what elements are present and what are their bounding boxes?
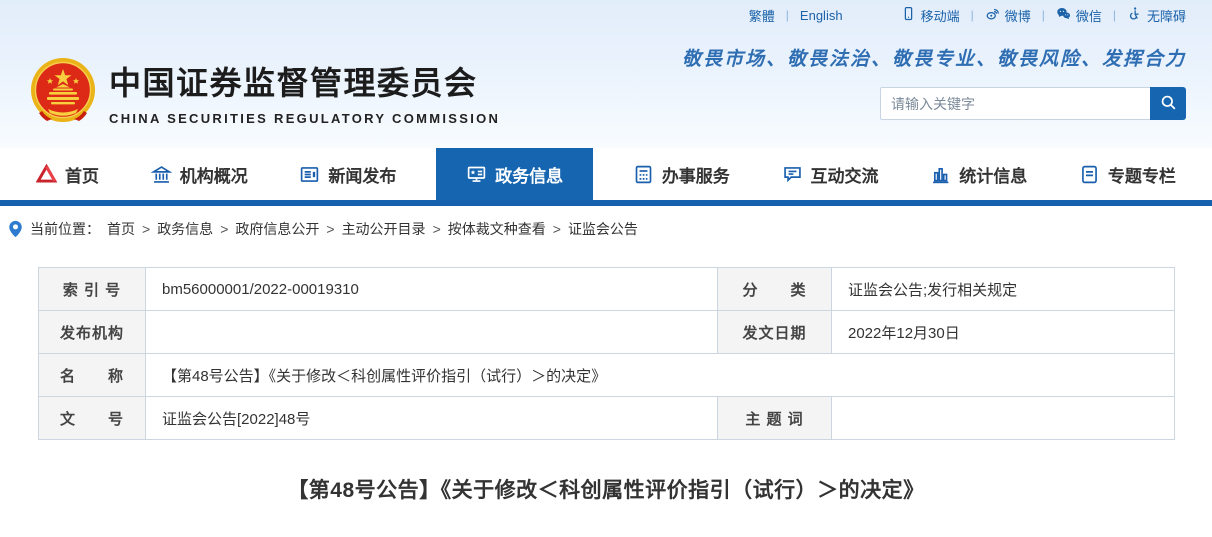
site-title-en: CHINA SECURITIES REGULATORY COMMISSION (109, 111, 501, 126)
nav-label: 政务信息 (495, 166, 564, 186)
page-header: 繁體 | English 移动端 | 微博 | 微信 | 无障碍 中国证券监督管… (0, 0, 1212, 148)
breadcrumb-separator: > (326, 221, 335, 237)
chat-icon (783, 166, 801, 182)
nav-item-gov-info[interactable]: 政务信息 (436, 148, 594, 200)
mobile-icon (901, 6, 916, 24)
breadcrumb-home[interactable]: 首页 (107, 219, 135, 239)
issuing-agency-label: 发布机构 (38, 310, 146, 354)
brand[interactable]: 中国证券监督管理委员会 CHINA SECURITIES REGULATORY … (30, 36, 500, 148)
lang-english-link[interactable]: English (800, 8, 843, 23)
nav-label: 机构概况 (179, 166, 248, 186)
main-nav: 首页 机构概况 新闻发布 政务信息 办事服务 互动交流 统计信息 专题专栏 (0, 148, 1212, 200)
national-emblem-logo (31, 58, 95, 122)
nav-label: 专题专栏 (1107, 166, 1176, 186)
index-number-label: 索 引 号 (38, 267, 146, 311)
weibo-icon (985, 6, 1000, 24)
issuing-agency-value (145, 310, 718, 354)
breadcrumb-separator: > (220, 221, 229, 237)
bank-icon (150, 165, 172, 183)
breadcrumb-announcements[interactable]: 证监会公告 (568, 219, 638, 239)
breadcrumb-separator: > (142, 221, 151, 237)
mobile-link-label: 移动端 (920, 8, 960, 24)
separator: | (1112, 8, 1116, 22)
document-number-label: 文 号 (38, 396, 146, 440)
nav-item-topics[interactable]: 专题专栏 (1067, 148, 1188, 200)
category-value: 证监会公告;发行相关规定 (831, 267, 1175, 311)
subject-words-value (831, 396, 1175, 440)
monitor-star-icon (467, 166, 486, 182)
mobile-link[interactable]: 移动端 (901, 6, 960, 25)
search-button[interactable] (1150, 87, 1186, 120)
wechat-icon (1056, 6, 1071, 24)
breadcrumb-prefix: 当前位置： (30, 221, 100, 237)
nav-label: 办事服务 (661, 166, 730, 186)
weibo-link-label: 微博 (1004, 8, 1031, 24)
document-info-table: 索 引 号 bm56000001/2022-00019310 分 类 证监会公告… (38, 267, 1175, 440)
table-row: 发布机构 发文日期 2022年12月30日 (38, 310, 1175, 354)
accessibility-link[interactable]: 无障碍 (1127, 6, 1186, 25)
issue-date-label: 发文日期 (717, 310, 832, 354)
nav-item-services[interactable]: 办事服务 (621, 148, 742, 200)
document-name-label: 名 称 (38, 353, 146, 397)
search-icon (1159, 93, 1178, 115)
news-icon (301, 166, 319, 182)
weibo-link[interactable]: 微博 (985, 6, 1031, 25)
nav-label: 统计信息 (959, 166, 1028, 186)
nav-item-statistics[interactable]: 统计信息 (918, 148, 1039, 200)
breadcrumb-doc-type[interactable]: 按体裁文种查看 (448, 219, 546, 239)
table-row: 文 号 证监会公告[2022]48号 主 题 词 (38, 396, 1175, 440)
nav-label: 互动交流 (810, 166, 879, 186)
nav-label: 首页 (65, 166, 99, 186)
category-label: 分 类 (717, 267, 832, 311)
brand-titles: 中国证券监督管理委员会 CHINA SECURITIES REGULATORY … (109, 58, 500, 126)
services-icon (635, 165, 652, 183)
site-slogan: 敬畏市场、敬畏法治、敬畏专业、敬畏风险、发挥合力 (681, 48, 1186, 70)
location-pin-icon (9, 220, 22, 238)
bar-chart-icon (933, 167, 949, 183)
csrc-logo-icon (36, 163, 57, 183)
breadcrumb: 当前位置： 首页 > 政务信息 > 政府信息公开 > 主动公开目录 > 按体裁文… (0, 206, 1212, 252)
index-number-value: bm56000001/2022-00019310 (145, 267, 718, 311)
breadcrumb-separator: > (432, 221, 441, 237)
site-title-cn: 中国证券监督管理委员会 (109, 65, 478, 101)
nav-item-interaction[interactable]: 互动交流 (770, 148, 891, 200)
document-number-value: 证监会公告[2022]48号 (145, 396, 718, 440)
issue-date-value: 2022年12月30日 (831, 310, 1175, 354)
nav-label: 新闻发布 (328, 166, 397, 186)
separator: | (785, 8, 789, 22)
subject-words-label: 主 题 词 (717, 396, 832, 440)
separator: | (970, 8, 974, 22)
separator: | (1041, 8, 1045, 22)
table-row: 索 引 号 bm56000001/2022-00019310 分 类 证监会公告… (38, 267, 1175, 311)
breadcrumb-gov-info[interactable]: 政务信息 (157, 219, 213, 239)
breadcrumb-disclosure[interactable]: 政府信息公开 (235, 219, 319, 239)
wechat-link-label: 微信 (1075, 8, 1102, 24)
content-area: 索 引 号 bm56000001/2022-00019310 分 类 证监会公告… (0, 252, 1212, 504)
breadcrumb-catalog[interactable]: 主动公开目录 (342, 219, 426, 239)
topics-icon (1082, 165, 1097, 183)
article-title: 【第48号公告】《关于修改＜科创属性评价指引（试行）＞的决定》 (287, 479, 925, 502)
wechat-link[interactable]: 微信 (1056, 6, 1102, 25)
search-bar (880, 87, 1186, 120)
table-row: 名 称 【第48号公告】《关于修改＜科创属性评价指引（试行）＞的决定》 (38, 353, 1175, 397)
topbar: 繁體 | English 移动端 | 微博 | 微信 | 无障碍 (0, 0, 1212, 30)
nav-item-home[interactable]: 首页 (24, 148, 111, 200)
lang-traditional-link[interactable]: 繁體 (749, 6, 775, 25)
document-name-value: 【第48号公告】《关于修改＜科创属性评价指引（试行）＞的决定》 (145, 353, 1175, 397)
nav-item-about[interactable]: 机构概况 (139, 148, 260, 200)
accessibility-icon (1127, 6, 1142, 24)
breadcrumb-separator: > (552, 221, 561, 237)
nav-item-news[interactable]: 新闻发布 (287, 148, 408, 200)
accessibility-link-label: 无障碍 (1146, 8, 1186, 24)
search-input[interactable] (880, 87, 1150, 120)
